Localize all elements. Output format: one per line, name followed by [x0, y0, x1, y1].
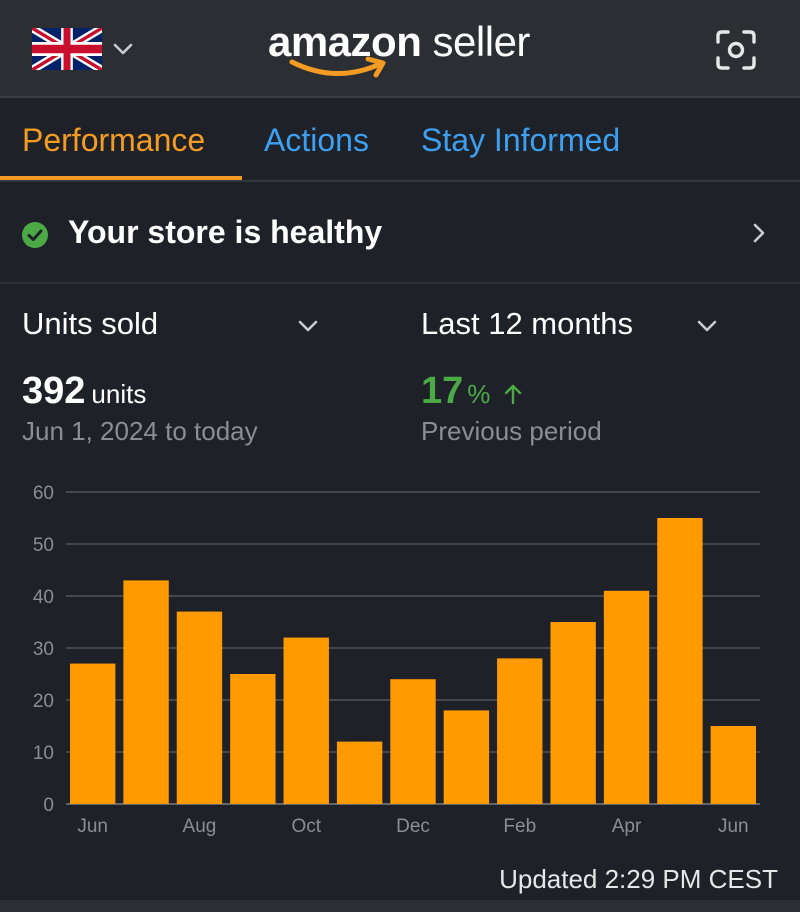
bar-jun-12[interactable] — [710, 726, 756, 804]
x-tick-label: Aug — [183, 816, 217, 837]
x-tick-label: Oct — [291, 816, 321, 837]
arrow-up-icon — [504, 384, 522, 405]
chevron-down-icon[interactable] — [695, 314, 719, 338]
uk-flag-icon[interactable] — [32, 28, 102, 70]
chevron-right-icon — [753, 223, 765, 243]
store-health-text: Your store is healthy — [68, 214, 383, 250]
x-tick-label: Jun — [77, 816, 108, 837]
bar-jun-0[interactable] — [70, 663, 116, 804]
camera-scan-icon[interactable] — [714, 28, 758, 72]
bar-feb-8[interactable] — [497, 658, 543, 804]
store-health-row[interactable]: Your store is healthy — [0, 184, 800, 284]
bar-may-11[interactable] — [657, 518, 703, 804]
bar-apr-10[interactable] — [603, 590, 650, 804]
x-tick-label: Feb — [503, 816, 536, 837]
bar-dec-6[interactable] — [390, 679, 436, 804]
active-tab-indicator — [0, 176, 242, 180]
units-sold-value: 392 units — [22, 370, 146, 413]
logo-text-seller: seller — [421, 18, 531, 65]
tab-actions[interactable]: Actions — [264, 122, 369, 159]
x-tick-label: Apr — [612, 816, 642, 837]
percent-symbol: % — [467, 379, 491, 409]
previous-period-label: Previous period — [421, 416, 602, 446]
period-selector[interactable]: Last 12 months — [421, 306, 633, 342]
bar-sep-3[interactable] — [230, 674, 276, 804]
tab-stay-informed[interactable]: Stay Informed — [421, 122, 620, 159]
tab-bar: Performance Actions Stay Informed — [0, 98, 800, 182]
chevron-down-icon[interactable] — [296, 314, 320, 338]
y-tick-label: 50 — [33, 535, 54, 556]
bar-jul-1[interactable] — [123, 580, 169, 804]
x-tick-label: Dec — [396, 816, 430, 837]
bar-aug-2[interactable] — [176, 611, 223, 804]
bar-mar-9[interactable] — [550, 622, 596, 804]
tab-performance[interactable]: Performance — [22, 122, 205, 159]
check-circle-icon — [22, 222, 48, 248]
y-tick-label: 10 — [33, 743, 54, 764]
bar-nov-5[interactable] — [336, 741, 383, 804]
metric-selector[interactable]: Units sold — [22, 306, 158, 342]
amazon-seller-logo: amazon seller — [268, 18, 533, 88]
change-value: 17% — [421, 370, 490, 413]
bar-oct-4[interactable] — [283, 637, 329, 804]
units-unit-label: units — [91, 379, 147, 409]
y-tick-label: 60 — [33, 483, 54, 504]
bottom-bar — [0, 900, 800, 912]
amazon-smile-icon — [289, 56, 386, 78]
y-tick-label: 30 — [33, 639, 54, 660]
y-tick-label: 0 — [43, 795, 54, 816]
y-tick-label: 20 — [33, 691, 54, 712]
units-sold-bar-chart: 0 10 20 30 40 50 60 Jun Aug Oct Dec Feb Apr Jun — [33, 483, 760, 837]
bar-jan-7[interactable] — [443, 710, 490, 804]
y-tick-label: 40 — [33, 587, 54, 608]
chevron-down-icon[interactable] — [112, 38, 134, 60]
x-tick-label: Jun — [718, 816, 749, 837]
app-header: amazon seller — [0, 0, 800, 98]
date-range-text: Jun 1, 2024 to today — [22, 416, 258, 446]
updated-timestamp: Updated 2:29 PM CEST — [499, 864, 778, 894]
change-number: 17 — [421, 370, 464, 412]
units-number: 392 — [22, 370, 86, 412]
